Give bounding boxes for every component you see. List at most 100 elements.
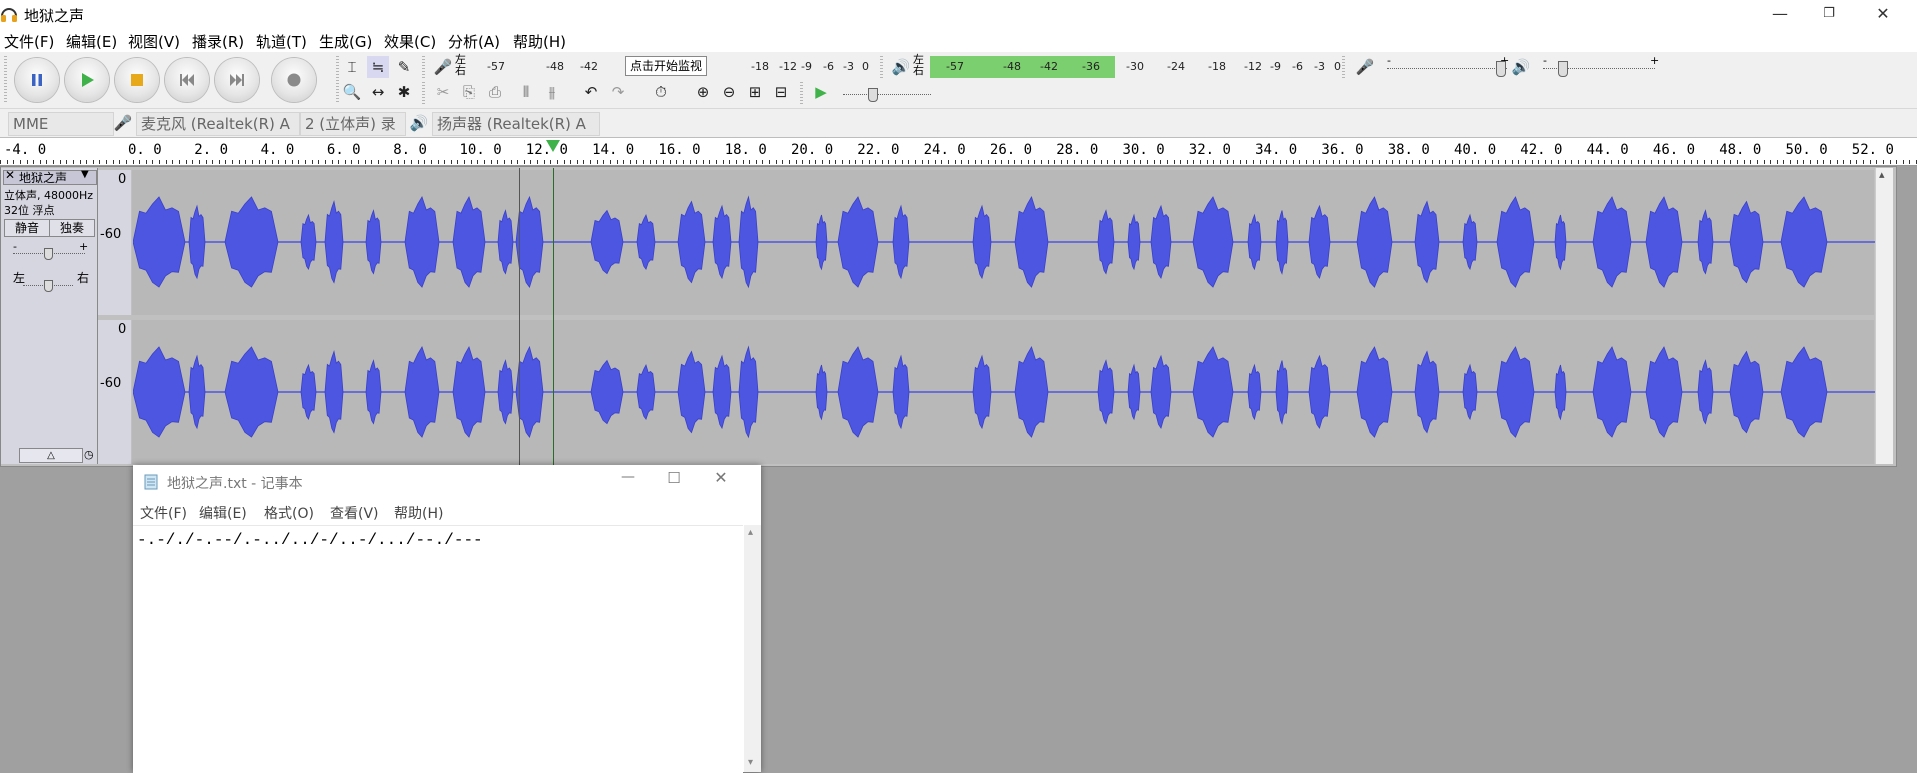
time-shift-tool-icon[interactable]: ↔ [367, 81, 389, 103]
menu-item[interactable]: 效果(C) [384, 31, 436, 52]
track-vertical-scrollbar[interactable]: ▴ [1875, 168, 1893, 464]
notepad-menu-item[interactable]: 编辑(E) [199, 503, 247, 523]
notepad-minimize-button[interactable]: — [613, 469, 643, 485]
notepad-title-bar[interactable]: 地狱之声.txt - 记事本 — ☐ ✕ [133, 465, 761, 499]
pause-button[interactable] [15, 58, 59, 102]
track-menu-chevron-down-icon[interactable]: ▼ [81, 169, 89, 180]
draw-tool-icon[interactable]: ✎ [393, 56, 415, 78]
ruler-minor-tick [669, 160, 671, 164]
cut-icon[interactable]: ✂ [432, 81, 454, 103]
notepad-menu-item[interactable]: 文件(F) [140, 503, 187, 523]
ruler-tick-label: 46. 0 [1652, 142, 1696, 158]
ruler-minor-tick [198, 160, 200, 164]
mic-volume-thumb[interactable] [1496, 61, 1506, 77]
ruler-minor-tick [822, 160, 824, 164]
silence-icon[interactable]: ⫵ [541, 81, 563, 103]
playback-volume-thumb[interactable] [1558, 61, 1568, 77]
notepad-menu-item[interactable]: 查看(V) [330, 503, 379, 523]
stop-button[interactable] [115, 58, 159, 102]
scroll-down-icon[interactable]: ▾ [748, 757, 753, 768]
toolbar-grip[interactable] [800, 82, 803, 104]
minimize-button[interactable]: — [1757, 0, 1803, 28]
notepad-menu-item[interactable]: 格式(O) [264, 503, 314, 523]
menu-item[interactable]: 帮助(H) [513, 31, 566, 52]
notepad-text-area[interactable]: -.-/./-.--/.-../../-/..-/.../--./--- [133, 525, 743, 773]
fit-selection-icon[interactable]: ⊞ [744, 81, 766, 103]
restore-button[interactable]: ❐ [1806, 0, 1852, 28]
skip-to-start-button[interactable] [165, 58, 209, 102]
play-at-speed-icon[interactable]: ▶ [810, 81, 832, 103]
ruler-minor-tick [1896, 160, 1898, 164]
play-meter[interactable]: -57 -48 -42 -36 -30 -24 -18 -12 -9 -6 -3 0 [930, 58, 1341, 76]
toolbar-grip[interactable] [1342, 56, 1345, 78]
toolbar-grip[interactable] [336, 56, 339, 104]
menu-item[interactable]: 编辑(E) [66, 31, 117, 52]
ruler-minor-tick [1511, 160, 1513, 164]
toolbar-grip[interactable] [880, 56, 883, 78]
menu-item[interactable]: 生成(G) [319, 31, 372, 52]
timeline-ruler[interactable]: -4. 0 0. 0 2. 0 4. 0 6. 0 8. 0 10. 0 12. 0 14. 0… [0, 138, 1917, 166]
track-close-icon[interactable]: ✕ [5, 168, 15, 182]
copy-icon[interactable]: ⎘ [458, 81, 480, 103]
menu-item[interactable]: 轨道(T) [256, 31, 307, 52]
ruler-minor-tick [92, 160, 94, 164]
mute-button[interactable]: 静音 [4, 219, 50, 237]
toolbar-grip[interactable] [422, 82, 425, 104]
menu-item[interactable]: 分析(A) [448, 31, 500, 52]
ruler-tick-label: 44. 0 [1586, 142, 1629, 158]
menu-item[interactable]: 视图(V) [128, 31, 180, 52]
playback-device-select[interactable]: 扬声器 (Realtek(R) A [432, 112, 600, 136]
redo-icon[interactable]: ↷ [607, 81, 629, 103]
playhead-marker[interactable] [546, 140, 560, 152]
collapse-track-button[interactable]: △ [19, 448, 83, 463]
ruler-minor-tick [1226, 160, 1228, 164]
gain-slider-thumb[interactable] [44, 248, 53, 260]
recording-channels-select[interactable]: 2 (立体声) 录 [300, 112, 406, 136]
multi-tool-icon[interactable]: ✱ [393, 81, 415, 103]
zoom-out-icon[interactable]: ⊖ [718, 81, 740, 103]
play-speed-slider[interactable] [843, 94, 931, 95]
audio-host-select[interactable]: MME [8, 112, 114, 136]
selection-tool-icon[interactable]: ⌶ [341, 56, 363, 78]
speaker-icon[interactable]: 🔊 [890, 56, 912, 78]
pan-slider-thumb[interactable] [44, 280, 53, 292]
monitor-tooltip[interactable]: 点击开始监视 [625, 56, 708, 76]
notepad-menu-item[interactable]: 帮助(H) [394, 503, 443, 523]
track-sync-icon[interactable]: ◷ [84, 448, 94, 461]
waveform[interactable] [133, 170, 1875, 464]
mic-volume-slider[interactable] [1387, 68, 1507, 70]
track-name[interactable]: 地狱之声 [19, 169, 67, 186]
menu-item[interactable]: 文件(F) [4, 31, 54, 52]
notepad-close-button[interactable]: ✕ [706, 468, 736, 487]
ruler-minor-tick [112, 160, 114, 164]
undo-icon[interactable]: ↶ [580, 81, 602, 103]
notepad-vertical-scrollbar[interactable]: ▴ ▾ [744, 525, 761, 772]
zoom-in-icon[interactable]: ⊕ [692, 81, 714, 103]
record-button[interactable] [272, 58, 316, 102]
play-speed-thumb[interactable] [868, 88, 878, 102]
trim-icon[interactable]: ⫴ [515, 81, 537, 103]
fit-project-icon[interactable]: ⊟ [770, 81, 792, 103]
skip-to-end-button[interactable] [215, 58, 259, 102]
toolbar-grip[interactable] [4, 56, 7, 104]
recording-device-select[interactable]: 麦克风 (Realtek(R) A [136, 112, 300, 136]
ruler-minor-tick [689, 160, 691, 164]
waveform-burst [188, 204, 206, 280]
microphone-icon[interactable]: 🎤 [432, 56, 454, 78]
solo-button[interactable]: 独奏 [49, 219, 95, 237]
play-button[interactable] [65, 58, 109, 102]
sync-lock-icon[interactable]: ⏱ [650, 81, 672, 103]
scroll-up-icon[interactable]: ▴ [748, 527, 753, 538]
skip-end-icon [230, 74, 244, 86]
close-button[interactable]: ✕ [1860, 0, 1906, 28]
waveform-burst [452, 195, 486, 288]
ruler-minor-tick [1591, 160, 1593, 164]
ruler-minor-tick [1611, 160, 1613, 164]
notepad-maximize-button[interactable]: ☐ [659, 469, 689, 487]
envelope-tool-icon[interactable]: ≒ [367, 56, 389, 78]
menu-item[interactable]: 播录(R) [192, 31, 244, 52]
scroll-up-icon[interactable]: ▴ [1879, 168, 1885, 181]
paste-icon[interactable]: ⎙ [484, 81, 506, 103]
zoom-tool-icon[interactable]: 🔍 [341, 81, 363, 103]
toolbar-grip[interactable] [422, 56, 425, 78]
